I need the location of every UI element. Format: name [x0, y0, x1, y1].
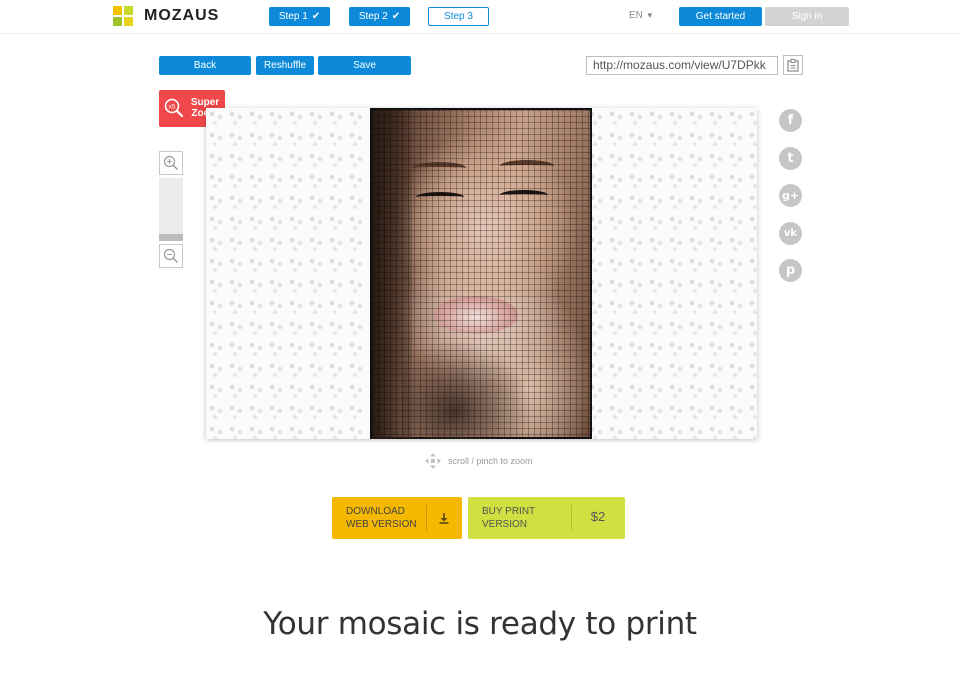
step-1-tab[interactable]: Step 1 ✔ — [269, 7, 330, 26]
mosaic-face-lips — [434, 296, 518, 334]
buy-label: BUY PRINT VERSION — [482, 506, 536, 530]
brand-name: MOZAUS — [144, 7, 220, 24]
sign-in-button[interactable]: Sign in — [765, 7, 849, 26]
super-zoom-badge: x5 — [169, 104, 176, 111]
super-zoom-line1: Super — [190, 97, 220, 108]
vk-share-button[interactable]: vk — [779, 222, 802, 245]
zoom-out-button[interactable] — [159, 244, 183, 268]
pinterest-icon: p — [785, 263, 796, 278]
google-plus-icon: g+ — [781, 189, 800, 202]
magnifier-icon: x5 — [164, 98, 184, 118]
divider — [426, 505, 427, 531]
twitter-share-button[interactable]: t — [779, 147, 802, 170]
clipboard-icon — [787, 58, 799, 72]
facebook-share-button[interactable]: f — [779, 109, 802, 132]
pinterest-share-button[interactable]: p — [779, 259, 802, 282]
zoom-in-icon — [163, 155, 179, 171]
google-plus-share-button[interactable]: g+ — [779, 184, 802, 207]
mosaic-image[interactable] — [370, 108, 592, 439]
share-url-field[interactable]: http://mozaus.com/view/U7DPkk — [586, 56, 778, 75]
copy-url-button[interactable] — [783, 55, 803, 75]
back-button[interactable]: Back — [159, 56, 251, 75]
vk-icon: vk — [783, 228, 798, 239]
step-3-tab[interactable]: Step 3 — [428, 7, 489, 26]
zoom-in-button[interactable] — [159, 151, 183, 175]
mosaic-canvas[interactable] — [206, 108, 757, 439]
zoom-out-icon — [163, 248, 179, 264]
checkmark-icon: ✔ — [311, 11, 321, 22]
reshuffle-button[interactable]: Reshuffle — [256, 56, 314, 75]
step-1-label: Step 1 — [278, 11, 308, 22]
download-icon — [439, 513, 449, 524]
logo[interactable]: MOZAUS — [113, 6, 219, 26]
caret-down-icon: ▼ — [645, 11, 654, 20]
get-started-button[interactable]: Get started — [679, 7, 762, 26]
download-label: DOWNLOAD WEB VERSION — [346, 506, 417, 530]
language-label: EN — [629, 10, 643, 21]
zoom-hint-text: scroll / pinch to zoom — [448, 456, 533, 466]
facebook-icon: f — [787, 113, 794, 128]
ready-headline: Your mosaic is ready to print — [263, 606, 697, 642]
step-2-tab[interactable]: Step 2 ✔ — [349, 7, 410, 26]
language-selector[interactable]: EN ▼ — [629, 10, 654, 21]
zoom-slider-handle[interactable] — [159, 234, 183, 241]
top-header: MOZAUS Step 1 ✔ Step 2 ✔ Step 3 EN ▼ Get … — [0, 0, 960, 34]
twitter-icon: t — [787, 151, 794, 166]
step-3-label: Step 3 — [444, 11, 473, 22]
save-button[interactable]: Save — [318, 56, 411, 75]
zoom-slider[interactable] — [159, 178, 183, 241]
move-arrows-icon — [425, 453, 441, 469]
checkmark-icon: ✔ — [391, 11, 401, 22]
buy-print-version-button[interactable]: BUY PRINT VERSION $2 — [468, 497, 625, 539]
logo-icon — [113, 6, 133, 26]
download-web-version-button[interactable]: DOWNLOAD WEB VERSION — [332, 497, 462, 539]
zoom-hint: scroll / pinch to zoom — [425, 453, 533, 469]
step-2-label: Step 2 — [358, 11, 388, 22]
print-price: $2 — [590, 509, 606, 524]
